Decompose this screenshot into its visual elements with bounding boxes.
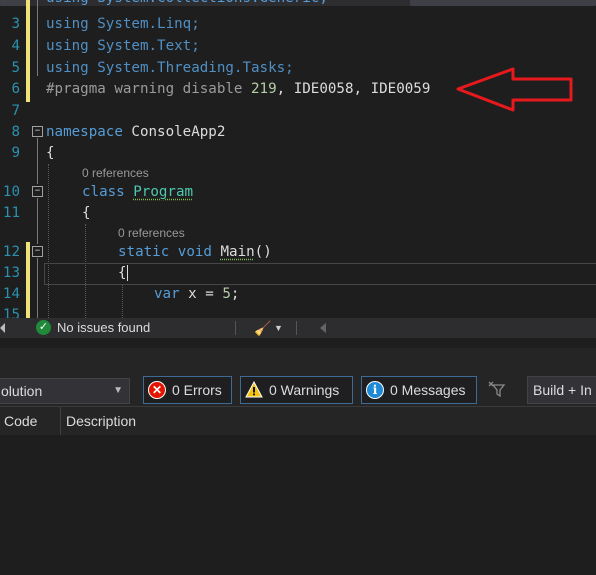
code-token: ConsoleApp2 (131, 124, 226, 140)
scope-dropdown-label: olution (1, 383, 43, 399)
line-number: 15 (2, 307, 20, 318)
code-editor[interactable]: using System.Collections.Generic; − − − … (0, 0, 596, 318)
fold-guide (37, 0, 38, 76)
code-token: Main (220, 244, 255, 260)
code-token: namespace (46, 124, 132, 140)
code-token: System.Text; (97, 38, 200, 54)
code-token: 219 (251, 81, 277, 97)
code-token: #pragma warning disable (46, 81, 251, 97)
code-token: () (254, 244, 272, 260)
code-line-14: var x = 5; (154, 283, 239, 305)
messages-filter-button[interactable]: i 0 Messages (361, 376, 477, 404)
line-number: 12 (2, 244, 20, 260)
code-line-4: using System.Text; (46, 35, 200, 57)
change-indicator-line6 (26, 80, 30, 102)
code-line-3: using System.Linq; (46, 13, 200, 35)
code-token: var (154, 286, 189, 302)
column-divider[interactable] (60, 407, 61, 435)
code-token: { (82, 205, 91, 221)
code-token: x = (188, 286, 223, 302)
change-indicator-main (26, 242, 30, 318)
code-token: { (46, 145, 55, 161)
navigation-dropdown[interactable] (410, 0, 596, 6)
code-line-9: { (46, 142, 55, 164)
info-icon: i (366, 381, 384, 399)
code-token: System.Threading.Tasks; (97, 60, 294, 76)
chevron-down-icon[interactable]: ▼ (274, 318, 283, 338)
error-list-header (0, 348, 596, 374)
line-number: 8 (11, 124, 20, 140)
scope-dropdown[interactable]: olution ▼ (0, 378, 130, 404)
line-number: 10 (2, 184, 20, 200)
fold-guide-ns (37, 138, 38, 184)
fold-guide-class (37, 198, 38, 244)
line-number: 11 (2, 205, 20, 221)
code-line-8: namespace ConsoleApp2 (46, 121, 225, 143)
warnings-filter-button[interactable]: 0 Warnings (240, 376, 353, 404)
column-description[interactable]: Description (66, 407, 136, 435)
error-icon: ✕ (148, 381, 166, 399)
warning-icon (245, 381, 263, 398)
change-indicator (26, 0, 30, 80)
red-arrow-annotation (456, 67, 573, 112)
document-tab[interactable] (0, 0, 28, 6)
indent-guide (48, 164, 49, 318)
line-number: 3 (11, 16, 20, 32)
text-cursor (127, 265, 128, 281)
warnings-label: 0 Warnings (269, 382, 340, 398)
code-line-6-pragma: #pragma warning disable 219, IDE0058, ID… (46, 78, 430, 100)
code-token: class (82, 184, 134, 200)
codelens-references[interactable]: 0 references (118, 225, 185, 241)
messages-label: 0 Messages (390, 382, 466, 398)
column-code[interactable]: Code (4, 407, 37, 435)
error-list-column-header: Code Description (0, 406, 596, 436)
code-token: using (46, 60, 98, 76)
code-token: 5 (222, 286, 231, 302)
code-token: System.Linq; (97, 16, 200, 32)
errors-filter-button[interactable]: ✕ 0 Errors (143, 376, 232, 404)
editor-status-bar: ✓ No issues found 🧹 ▼ (0, 318, 596, 338)
line-number: 5 (11, 60, 20, 76)
line-number: 9 (11, 145, 20, 161)
check-circle-icon: ✓ (36, 320, 51, 335)
line-number: 4 (11, 38, 20, 54)
issues-status[interactable]: No issues found (57, 318, 150, 338)
fold-guide-method (37, 258, 38, 318)
indent-guide (122, 285, 123, 318)
scroll-left-icon[interactable] (0, 323, 5, 333)
divider (235, 321, 236, 335)
collapse-namespace-icon[interactable]: − (32, 126, 43, 137)
code-token: ; (230, 286, 240, 302)
code-line-13: { (118, 262, 127, 284)
filter-clear-icon[interactable] (487, 380, 509, 400)
line-number: 6 (11, 81, 20, 97)
line-number: 7 (11, 103, 20, 119)
code-token: { (118, 265, 127, 281)
divider (296, 321, 297, 335)
errors-label: 0 Errors (172, 382, 222, 398)
code-token: using (46, 38, 98, 54)
collapse-method-icon[interactable]: − (32, 246, 43, 257)
code-token: static void (118, 244, 221, 260)
code-line-11: { (82, 202, 91, 224)
chevron-down-icon: ▼ (113, 385, 123, 396)
code-line-12: static void Main() (118, 241, 272, 263)
collapse-class-icon[interactable]: − (32, 186, 43, 197)
build-intellisense-dropdown[interactable]: Build + In (527, 376, 596, 404)
code-token: , IDE0058, IDE0059 (276, 81, 431, 97)
panel-splitter[interactable] (0, 338, 596, 348)
code-line-5: using System.Threading.Tasks; (46, 57, 294, 79)
code-token: using (46, 16, 98, 32)
codelens-references[interactable]: 0 references (82, 165, 149, 181)
code-line-partial-top: using System.Collections.Generic; (46, 0, 328, 9)
scroll-left-arrow-icon[interactable] (320, 323, 326, 333)
code-line-10: class Program (82, 181, 193, 203)
code-token: Program (133, 184, 194, 200)
broom-icon[interactable]: 🧹 (254, 318, 271, 338)
line-number: 13 (2, 265, 20, 281)
line-number: 14 (2, 286, 20, 302)
error-list-grid (0, 435, 596, 575)
